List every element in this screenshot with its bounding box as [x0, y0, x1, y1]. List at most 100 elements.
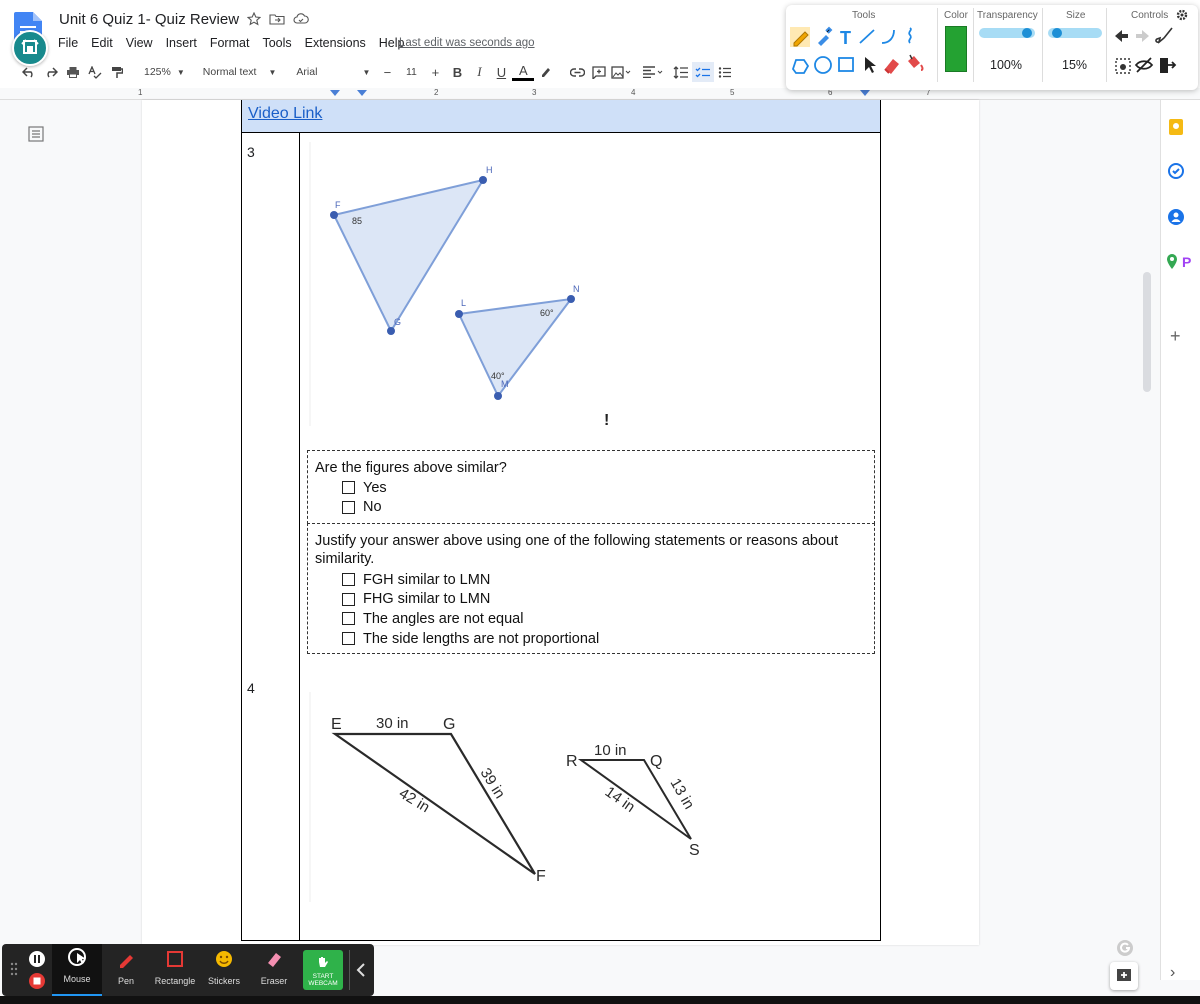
option-yes[interactable]: Yes [342, 478, 387, 498]
angle-f-label: 85 [352, 216, 362, 226]
option-label: The angles are not equal [363, 610, 524, 627]
divider [1106, 8, 1107, 82]
vertex-h [479, 176, 487, 184]
star-icon[interactable] [247, 12, 261, 26]
undo-button[interactable] [18, 62, 40, 82]
scrollbar-thumb[interactable] [1143, 272, 1151, 392]
menu-edit[interactable]: Edit [91, 36, 113, 50]
checkbox[interactable] [342, 612, 355, 626]
ruler-mark: 3 [532, 88, 537, 97]
document-title[interactable]: Unit 6 Quiz 1- Quiz Review [59, 11, 239, 28]
angle-n-label: 60° [540, 308, 554, 318]
reason-option[interactable]: The angles are not equal [342, 609, 599, 629]
menu-insert[interactable]: Insert [166, 36, 197, 50]
contacts-icon[interactable] [1168, 209, 1184, 225]
label-s: S [689, 842, 700, 859]
checkbox[interactable] [342, 573, 355, 587]
redo-button[interactable] [40, 62, 62, 82]
start-webcam-button[interactable]: START WEBCAM [303, 950, 343, 990]
collapse-panel-chevron-icon[interactable]: › [1170, 964, 1175, 982]
move-to-folder-icon[interactable] [269, 12, 285, 26]
keep-icon[interactable] [1168, 118, 1184, 136]
menu-view[interactable]: View [126, 36, 153, 50]
video-link[interactable]: Video Link [248, 105, 322, 123]
tasks-icon[interactable] [1168, 163, 1184, 179]
eraser-icon [268, 953, 281, 967]
option-label: FHG similar to LMN [363, 591, 491, 608]
option-no[interactable]: No [342, 498, 387, 518]
cloud-saved-icon[interactable] [293, 12, 309, 26]
rectangle-tool-button[interactable]: Rectangle [150, 944, 200, 996]
insert-comment-button[interactable] [588, 62, 610, 82]
last-edit-status[interactable]: Last edit was seconds ago [399, 37, 535, 49]
eraser-button[interactable]: Eraser [249, 944, 299, 996]
side-ef-label: 42 in [396, 785, 433, 816]
zoom-select[interactable]: 125% ▼ [138, 66, 191, 78]
add-addon-button[interactable]: + [1170, 326, 1181, 347]
color-label: Color [944, 10, 968, 21]
option-label: No [363, 499, 382, 516]
maps-icon[interactable]: P [1166, 253, 1194, 271]
spellcheck-button[interactable] [84, 62, 106, 82]
insert-image-button[interactable] [610, 62, 632, 82]
reason-option[interactable]: FGH similar to LMN [342, 570, 599, 590]
text-cursor-mark: ! [604, 412, 609, 429]
bold-button[interactable]: B [446, 62, 468, 82]
collapse-toolbar-chevron-icon[interactable] [356, 962, 366, 978]
style-select[interactable]: Normal text ▼ [197, 66, 283, 78]
drag-handle-icon[interactable] [10, 962, 18, 976]
checkbox[interactable] [342, 500, 355, 514]
checkbox[interactable] [342, 481, 355, 495]
decrease-font-size-button[interactable]: − [376, 62, 398, 82]
mouse-tool-button[interactable]: Mouse [52, 944, 102, 996]
insert-link-button[interactable] [566, 62, 588, 82]
pause-recording-icon[interactable] [28, 950, 46, 968]
font-select[interactable]: Arial ▼ [290, 66, 376, 78]
font-size-input[interactable]: 11 [398, 62, 424, 82]
size-slider-knob[interactable] [1052, 28, 1062, 38]
bulleted-list-button[interactable] [714, 62, 736, 82]
line-spacing-button[interactable] [670, 62, 692, 82]
highlight-button[interactable] [534, 62, 556, 82]
pen-tool-button[interactable]: Pen [101, 944, 151, 996]
text-color-button[interactable]: A [512, 63, 535, 81]
transparency-slider-knob[interactable] [1022, 28, 1032, 38]
indent-marker-icon [330, 90, 340, 96]
explore-button[interactable] [1110, 962, 1138, 990]
menu-format[interactable]: Format [210, 36, 250, 50]
checkbox[interactable] [342, 632, 355, 646]
mouse-label: Mouse [63, 974, 91, 984]
sticker-smiley-icon [216, 951, 232, 967]
reason-option[interactable]: FHG similar to LMN [342, 590, 599, 610]
print-button[interactable] [62, 62, 84, 82]
side-rq-label: 10 in [594, 742, 627, 759]
ruler-mark: 2 [434, 88, 439, 97]
rectangle-tool-icon [838, 57, 854, 72]
line-spacing-icon [673, 65, 689, 79]
italic-button[interactable]: I [468, 62, 490, 82]
pen-tool-icon [790, 27, 810, 47]
menu-extensions[interactable]: Extensions [305, 36, 366, 50]
menu-tools[interactable]: Tools [262, 36, 291, 50]
option-label: FGH similar to LMN [363, 571, 491, 588]
screencastify-extension-badge[interactable] [12, 30, 48, 66]
underline-button[interactable]: U [490, 62, 512, 82]
align-button[interactable] [642, 62, 664, 82]
paint-format-button[interactable] [106, 62, 128, 82]
grammarly-icon[interactable] [1116, 939, 1134, 957]
settings-gear-icon[interactable] [1176, 9, 1188, 21]
checklist-button[interactable] [692, 62, 715, 82]
current-color-swatch[interactable] [945, 26, 967, 72]
reason-option[interactable]: The side lengths are not proportional [342, 629, 599, 649]
checkbox[interactable] [342, 592, 355, 606]
vertex-l [455, 310, 463, 318]
menu-file[interactable]: File [58, 36, 78, 50]
pen-icon [120, 955, 133, 968]
format-toolbar: 125% ▼ Normal text ▼ Arial ▼ − 11 + B I U A [18, 62, 736, 82]
triangle-lnm [457, 297, 574, 398]
increase-font-size-button[interactable]: + [424, 62, 446, 82]
document-outline-icon[interactable] [28, 126, 44, 142]
add-comment-icon [1117, 969, 1131, 981]
stop-recording-icon[interactable] [28, 972, 46, 990]
stickers-button[interactable]: Stickers [199, 944, 249, 996]
